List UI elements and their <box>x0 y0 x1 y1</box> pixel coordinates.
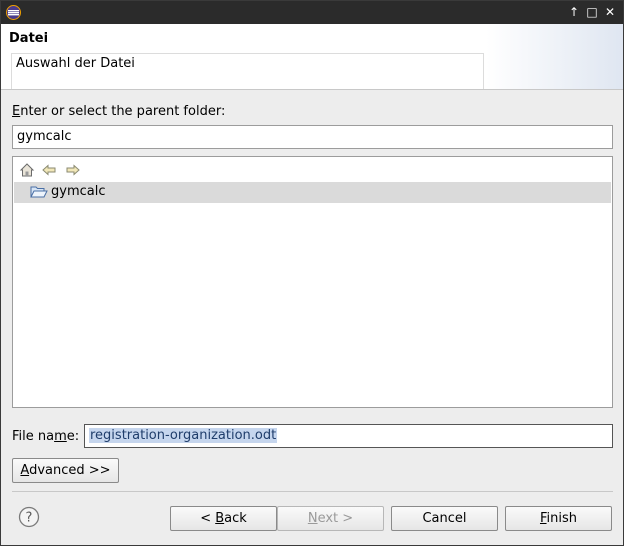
parent-folder-label-text: nter or select the parent folder: <box>20 104 226 119</box>
next-button-label: ext > <box>317 511 354 526</box>
help-icon[interactable]: ? <box>18 506 40 528</box>
file-name-label-post: e: <box>66 429 80 444</box>
back-button-mnemonic: B <box>215 511 225 526</box>
file-name-label-pre: File na <box>12 429 55 444</box>
file-name-label-mnemonic: m <box>54 429 67 444</box>
parent-folder-label-mnemonic: E <box>12 104 21 119</box>
cancel-button[interactable]: Cancel <box>391 506 498 531</box>
forward-arrow-icon[interactable] <box>65 162 81 178</box>
parent-folder-value: gymcalc <box>17 129 72 144</box>
back-button-prefix: < <box>200 511 216 526</box>
parent-folder-label: Enter or select the parent folder: <box>12 104 225 119</box>
footer-separator <box>12 491 613 492</box>
home-icon[interactable] <box>19 162 35 178</box>
tree-item-label: gymcalc <box>51 184 106 199</box>
advanced-button-label: dvanced >> <box>29 463 111 478</box>
close-icon[interactable]: ✕ <box>602 4 618 20</box>
svg-text:?: ? <box>26 511 33 526</box>
tree-toolbar <box>13 157 612 182</box>
open-folder-icon <box>30 186 48 198</box>
restore-icon[interactable]: □ <box>584 4 600 20</box>
file-name-input[interactable]: registration-organization.odt <box>84 424 613 448</box>
file-name-label: File name: <box>12 429 79 444</box>
file-name-value: registration-organization.odt <box>89 428 278 443</box>
dialog-window: ↑ □ ✕ Datei Auswahl der Datei Enter or s… <box>0 0 624 546</box>
title-bar: ↑ □ ✕ <box>1 1 623 24</box>
back-button[interactable]: < Back <box>170 506 277 531</box>
finish-button[interactable]: Finish <box>505 506 612 531</box>
tree-item-gymcalc[interactable]: gymcalc <box>14 182 611 203</box>
wizard-header: Datei Auswahl der Datei <box>1 24 623 90</box>
advanced-button[interactable]: Advanced >> <box>12 458 119 483</box>
eclipse-app-icon <box>6 5 21 20</box>
header-message-area: Auswahl der Datei <box>11 53 484 89</box>
finish-button-label: inish <box>546 511 578 526</box>
folder-tree[interactable]: gymcalc <box>12 156 613 408</box>
page-title: Datei <box>9 31 49 46</box>
next-button[interactable]: Next > <box>277 506 384 531</box>
next-button-mnemonic: N <box>307 511 318 526</box>
advanced-button-mnemonic: A <box>20 463 30 478</box>
back-button-label: ack <box>224 511 247 526</box>
cancel-button-label: Cancel <box>422 511 467 526</box>
maximize-up-icon[interactable]: ↑ <box>566 4 582 20</box>
back-arrow-icon[interactable] <box>41 162 57 178</box>
header-message: Auswahl der Datei <box>16 56 135 71</box>
parent-folder-input[interactable]: gymcalc <box>12 125 613 149</box>
